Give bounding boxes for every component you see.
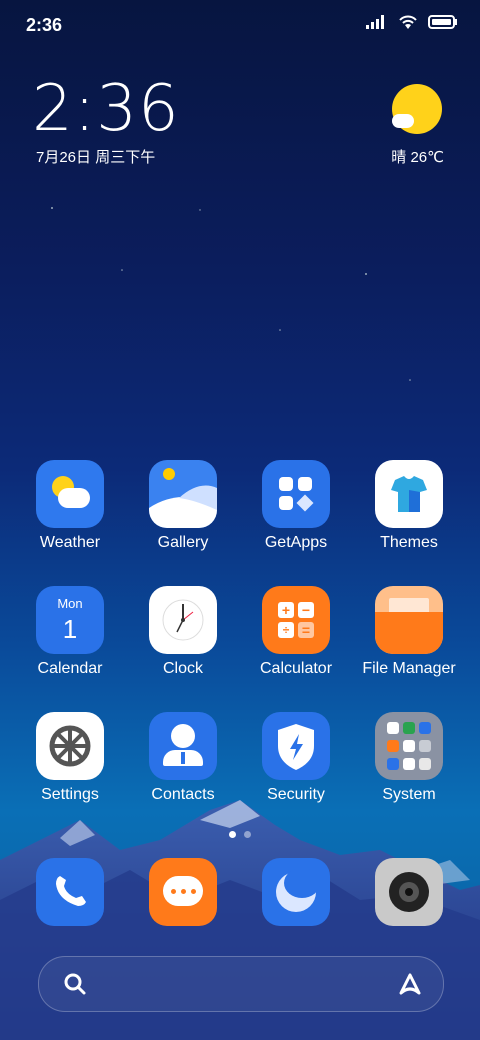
file-manager-icon — [375, 586, 443, 654]
settings-icon — [36, 712, 104, 780]
app-contacts[interactable]: Contacts — [128, 712, 238, 804]
dock-messaging[interactable] — [128, 858, 238, 926]
wifi-icon — [399, 15, 417, 29]
app-clock[interactable]: Clock — [128, 586, 238, 678]
app-calculator[interactable]: + − ÷ = Calculator — [241, 586, 351, 678]
weather-icon — [36, 460, 104, 528]
app-label: Clock — [162, 660, 203, 677]
getapps-icon — [262, 460, 330, 528]
clock-widget-time[interactable]: 2:36 — [32, 72, 180, 146]
app-label: File Manager — [362, 660, 456, 677]
clock-icon — [149, 586, 217, 654]
status-bar: 2:36 — [0, 0, 480, 50]
battery-icon — [428, 15, 457, 29]
app-settings[interactable]: Settings — [15, 712, 125, 804]
app-themes[interactable]: Themes — [354, 460, 464, 552]
app-security[interactable]: Security — [241, 712, 351, 804]
dock-camera[interactable] — [354, 858, 464, 926]
dock-browser[interactable] — [241, 858, 351, 926]
calendar-icon: Mon 1 — [36, 586, 104, 654]
app-calendar[interactable]: Mon 1 Calendar — [15, 586, 125, 678]
contacts-icon — [149, 712, 217, 780]
calendar-date: 1 — [62, 614, 78, 644]
app-file-manager[interactable]: File Manager — [354, 586, 464, 678]
cloud-icon — [392, 114, 414, 128]
search-bar[interactable] — [38, 956, 444, 1012]
search-icon[interactable] — [61, 970, 89, 998]
app-label: Settings — [41, 786, 99, 803]
app-label: Calendar — [37, 660, 103, 677]
app-gallery[interactable]: Gallery — [128, 460, 238, 552]
ai-assistant-icon[interactable] — [395, 969, 425, 999]
app-label: Themes — [380, 534, 438, 551]
app-label: Gallery — [157, 534, 209, 551]
calendar-day: Mon — [57, 596, 83, 611]
app-getapps[interactable]: GetApps — [241, 460, 351, 552]
gallery-icon — [149, 460, 217, 528]
themes-icon — [375, 460, 443, 528]
browser-icon — [262, 858, 330, 926]
app-label: Weather — [39, 534, 101, 551]
page-indicator — [0, 831, 480, 838]
app-label: GetApps — [264, 534, 328, 551]
signal-icon — [366, 15, 384, 29]
system-folder-icon — [375, 712, 443, 780]
camera-icon — [375, 858, 443, 926]
calculator-icon: + − ÷ = — [262, 586, 330, 654]
app-label: System — [382, 786, 436, 803]
messaging-icon — [149, 858, 217, 926]
status-time: 2:36 — [26, 15, 63, 35]
app-label: Security — [267, 786, 325, 803]
page-dot-active — [229, 831, 236, 838]
clock-widget-date: 7月26日 周三下午 — [36, 149, 156, 166]
page-dot — [244, 831, 251, 838]
weather-summary: 晴 26℃ — [391, 149, 444, 166]
app-weather[interactable]: Weather — [15, 460, 125, 552]
app-label: Calculator — [259, 660, 333, 677]
security-icon — [262, 712, 330, 780]
weather-widget[interactable]: 晴 26℃ — [354, 84, 444, 166]
phone-icon — [36, 858, 104, 926]
app-system-folder[interactable]: System — [354, 712, 464, 804]
app-label: Contacts — [151, 786, 215, 803]
dock-phone[interactable] — [15, 858, 125, 926]
